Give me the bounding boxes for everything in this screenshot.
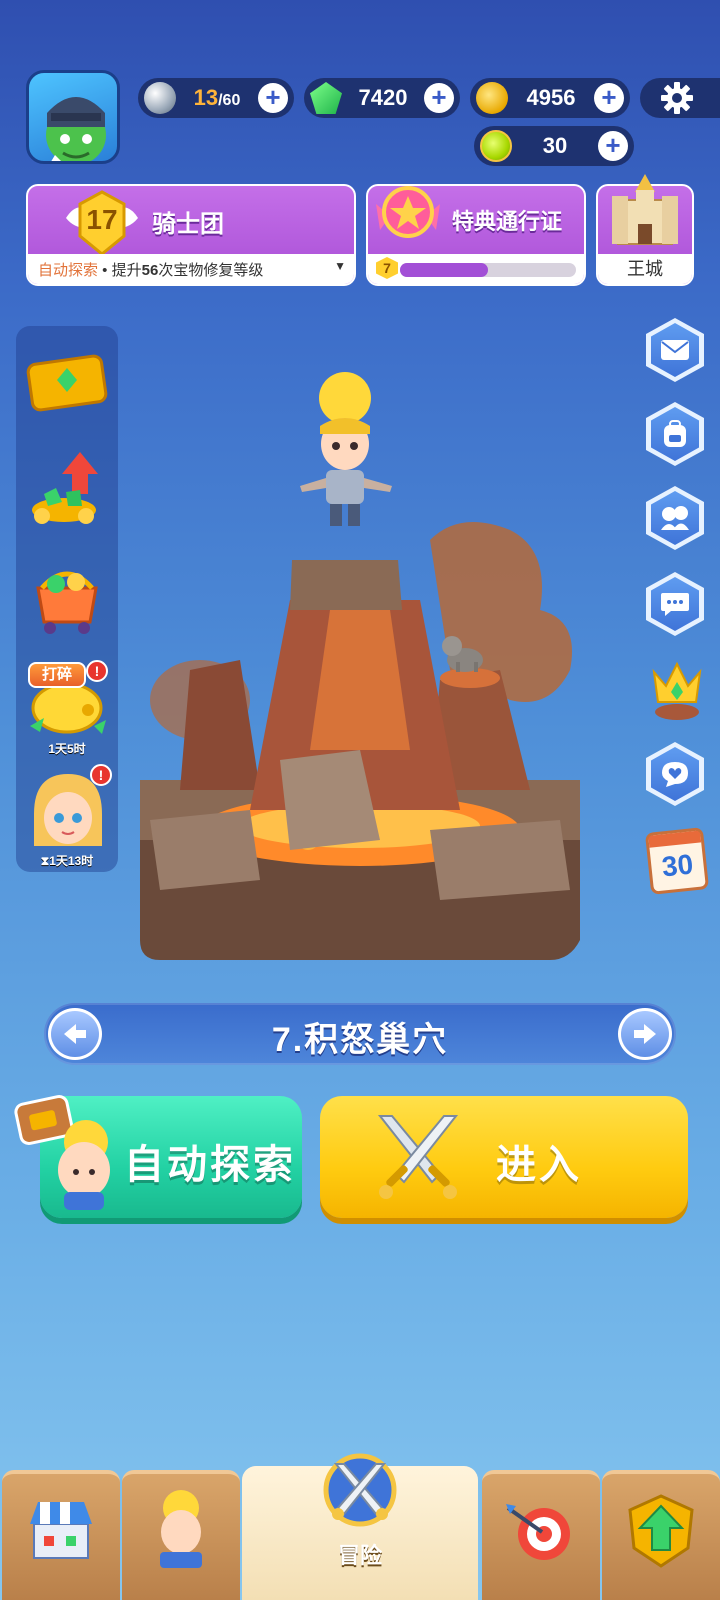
guild-title: 骑士团 [152,211,224,238]
auto-explore-label: 自动探索 [124,1143,296,1187]
boulder [150,810,260,890]
guild-tip: 自动探索 • 提升56次宝物修复等级 ▼ [28,254,354,284]
ranking-button[interactable] [646,652,708,722]
gem-counter: 7420 + [304,78,460,118]
enter-label: 进入 [496,1143,582,1187]
nav-tab-adventure[interactable]: 冒险 [242,1453,478,1600]
golden-ticket-icon [26,354,108,412]
arrow-right-icon [634,1024,656,1044]
star-medal-icon [376,186,440,238]
previous-level-button[interactable] [48,1008,102,1060]
nav-tab-training[interactable] [482,1470,600,1600]
notification-badge: ! [86,660,108,682]
castle-button[interactable]: 王城 [596,174,694,286]
guild-tip-highlight: 自动探索 [38,262,99,279]
guild-level-number: 17 [86,204,118,235]
notification-badge: ! [90,764,112,786]
upgrade-shield-icon [628,1494,694,1568]
gem-pile-up-arrow-icon [32,452,98,524]
chat-bubble-icon [661,593,689,616]
shop-cart-button[interactable] [24,552,110,638]
coin-value: 4956 [526,85,576,110]
token-value: 30 [542,133,568,158]
smash-label: 打碎 [28,662,86,688]
add-stamina-button[interactable]: + [258,83,288,113]
left-rock-pillar [180,660,260,790]
stamina-counter: 13/60 + [138,78,294,118]
hero-timer: 1天13时 [49,854,94,868]
heart-bubble-icon [662,762,688,787]
friends-button[interactable] [646,486,704,550]
nav-tab-upgrade[interactable] [602,1470,720,1600]
calendar-days: 30 [660,848,695,883]
friends-icon [661,506,689,530]
backpack-icon [664,420,686,447]
crown-pedestal-icon [652,661,702,720]
stamina-current: 13 [193,85,219,110]
pass-progress-fill [400,263,488,277]
crater-rim [290,560,402,610]
castle-icon [612,174,678,245]
hero-character [300,372,392,526]
target-dummy-icon [506,1504,570,1560]
feedback-button[interactable] [646,742,704,806]
gold-coin-icon [476,82,508,114]
add-tokens-button[interactable]: + [598,131,628,161]
mail-button[interactable] [646,318,704,382]
stamina-max: /60 [218,92,241,109]
piggy-bank-button[interactable]: 打碎 ! 1天5时 [24,660,110,760]
gear-icon [661,82,693,114]
guild-banner[interactable]: 17 骑士团 自动探索 • 提升56次宝物修复等级 ▼ [26,184,356,286]
nav-tab-heroes[interactable] [122,1470,240,1600]
boulder [430,820,570,900]
dropdown-arrow-icon[interactable]: ▼ [334,259,346,273]
treasure-cart-icon [36,571,98,634]
enter-button[interactable]: 进入 [320,1096,688,1218]
hourglass-icon: ⧗ [40,854,50,868]
green-token-icon [480,130,512,162]
add-coins-button[interactable]: + [594,83,624,113]
crossed-swords-icon [377,1115,459,1199]
goblin-knight-icon [46,97,106,161]
volcano-island-scene [140,372,580,960]
pass-progress-track [400,263,576,277]
castle-label: 王城 [598,254,692,284]
token-counter: 30 + [474,126,634,166]
pass-level: 7 [376,257,398,279]
arrow-left-icon [64,1024,86,1044]
calendar-30-button[interactable]: 30 [644,827,710,895]
stamina-orb-icon [144,82,176,114]
player-avatar[interactable] [26,70,120,164]
pass-banner[interactable]: 特典通行证 7 [366,184,586,286]
level-title: 7.积怒巢穴 [271,1021,449,1059]
smash-timer: 1天5时 [48,742,86,756]
hero-event-button[interactable]: ! ⧗1天13时 [24,764,112,870]
backpack-button[interactable] [646,402,704,466]
nav-adventure-label: 冒险 [337,1543,382,1568]
nav-tab-shop[interactable] [2,1470,120,1600]
gem-icon [310,82,342,114]
next-level-button[interactable] [618,1008,672,1060]
gem-value: 7420 [358,85,408,110]
envelope-icon [661,340,689,360]
add-gems-button[interactable]: + [424,83,454,113]
explorer-hero-icon [14,1095,110,1210]
chat-button[interactable] [646,572,704,636]
crown-ticket-button[interactable] [24,342,110,428]
guild-level-badge: 17 [64,188,140,264]
shop-stall-icon [30,1502,92,1559]
coin-counter: 4956 + [470,78,630,118]
adventure-swords-icon [323,1453,397,1527]
upgrade-rewards-button[interactable] [24,444,110,530]
settings-button[interactable] [640,78,720,118]
pass-title: 特典通行证 [452,209,563,234]
hero-portrait-icon [160,1490,202,1568]
